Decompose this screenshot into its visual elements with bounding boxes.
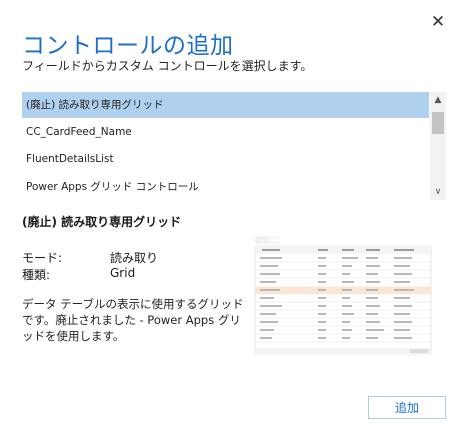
type-label: 種類:: [22, 268, 51, 282]
list-item-readonly-grid[interactable]: (廃止) 読み取り専用グリッド: [22, 92, 429, 118]
detail-title: (廃止) 読み取り専用グリッド: [22, 215, 182, 229]
mode-label: モード:: [22, 251, 63, 265]
list-item-power-apps-grid[interactable]: Power Apps グリッド コントロール: [22, 174, 429, 200]
dialog-title: コントロールの追加: [22, 33, 234, 59]
mode-value: 読み取り: [110, 251, 159, 265]
type-value: Grid: [110, 266, 136, 280]
close-icon[interactable]: ✕: [428, 12, 448, 32]
add-control-dialog: ✕ コントロールの追加 フィールドからカスタム コントロールを選択します。 (廃…: [0, 0, 464, 427]
list-item-cardfeed[interactable]: CC_CardFeed_Name: [22, 119, 429, 145]
scroll-up-icon[interactable]: ▲: [430, 93, 446, 107]
dialog-subtitle: フィールドからカスタム コントロールを選択します。: [22, 59, 313, 73]
scroll-down-icon[interactable]: ∨: [430, 185, 446, 199]
grid-preview-image: [254, 236, 432, 362]
control-list[interactable]: (廃止) 読み取り専用グリッド CC_CardFeed_Name FluentD…: [22, 92, 446, 200]
list-scrollbar[interactable]: ▲ ∨: [430, 92, 446, 200]
list-item-fluent-details-list[interactable]: FluentDetailsList: [22, 146, 429, 172]
scroll-thumb[interactable]: [432, 112, 444, 134]
add-button[interactable]: 追加: [368, 396, 446, 419]
control-description: データ テーブルの表示に使用するグリッドです。廃止されました - Power A…: [22, 297, 244, 343]
